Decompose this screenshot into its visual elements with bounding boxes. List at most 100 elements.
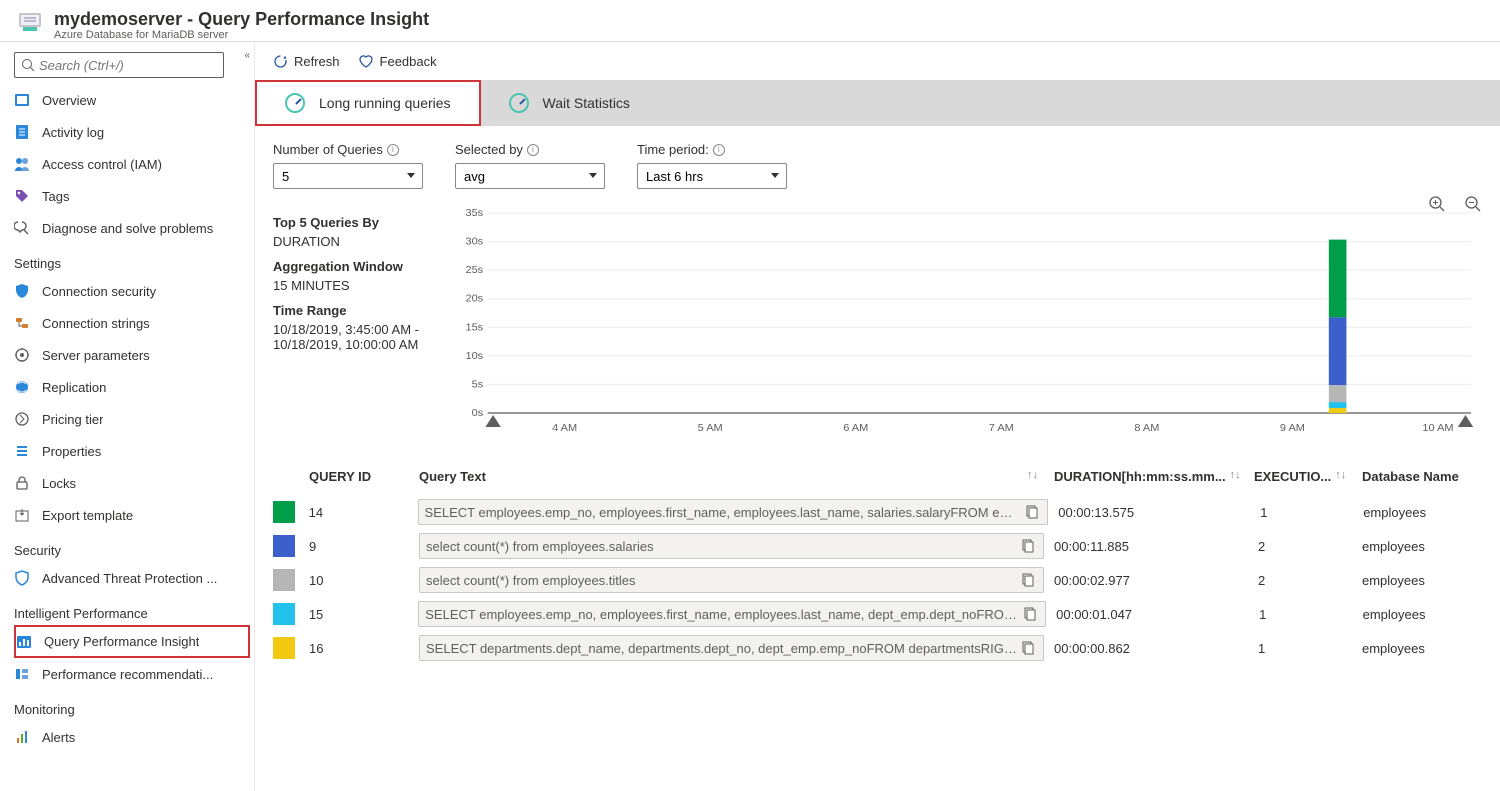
nav-icon	[14, 570, 30, 586]
cell-query-text: SELECT departments.dept_name, department…	[426, 641, 1017, 656]
query-text-box[interactable]: SELECT employees.emp_no, employees.first…	[418, 499, 1049, 525]
query-text-box[interactable]: SELECT departments.dept_name, department…	[419, 635, 1044, 661]
feedback-button[interactable]: Feedback	[358, 54, 437, 69]
table-row[interactable]: 9 select count(*) from employees.salarie…	[273, 529, 1482, 563]
nav-label: Export template	[42, 508, 133, 523]
column-header-duration[interactable]: DURATION[hh:mm:ss.mm...	[1054, 469, 1226, 484]
cell-duration: 00:00:01.047	[1056, 607, 1255, 622]
table-row[interactable]: 16 SELECT departments.dept_name, departm…	[273, 631, 1482, 665]
nav-icon	[14, 124, 30, 140]
svg-text:5s: 5s	[472, 379, 484, 390]
query-text-box[interactable]: SELECT employees.emp_no, employees.first…	[418, 601, 1046, 627]
sidebar-item[interactable]: Query Performance Insight	[14, 625, 250, 658]
svg-text:8 AM: 8 AM	[1134, 422, 1159, 433]
series-swatch	[273, 637, 295, 659]
toolbar: Refresh Feedback	[255, 42, 1500, 80]
column-header-id[interactable]: QUERY ID	[309, 469, 419, 484]
nav-icon	[14, 443, 30, 459]
copy-icon[interactable]	[1021, 505, 1041, 519]
chart-canvas[interactable]: 0s5s10s15s20s25s30s35s4 AM5 AM6 AM7 AM8 …	[448, 209, 1482, 439]
column-header-text[interactable]: Query Text	[419, 469, 486, 484]
sidebar-item[interactable]: Alerts	[0, 721, 254, 753]
sidebar-item[interactable]: Pricing tier	[0, 403, 254, 435]
cell-database: employees	[1363, 607, 1482, 622]
content: Number of Queriesi 5 Selected byi avg Ti…	[255, 126, 1500, 791]
cell-database: employees	[1363, 505, 1482, 520]
cell-query-id: 16	[309, 641, 419, 656]
sidebar-search[interactable]	[14, 52, 224, 78]
chart-info-value: 15 MINUTES	[273, 278, 448, 293]
sidebar-item[interactable]: Performance recommendati...	[0, 658, 254, 690]
nav-label: Tags	[42, 189, 69, 204]
nav-label: Connection security	[42, 284, 156, 299]
time-period-select[interactable]: Last 6 hrs	[637, 163, 787, 189]
column-header-db[interactable]: Database Name	[1362, 469, 1482, 484]
cell-executions: 1	[1254, 641, 1362, 656]
sort-icon[interactable]: ↑↓	[1230, 469, 1241, 484]
cell-duration: 00:00:13.575	[1058, 505, 1256, 520]
info-icon[interactable]: i	[387, 144, 399, 156]
copy-icon[interactable]	[1019, 607, 1039, 621]
sidebar-item[interactable]: Export template	[0, 499, 254, 531]
resource-icon	[16, 8, 44, 36]
page-header: mydemoserver - Query Performance Insight…	[0, 0, 1500, 42]
cell-executions: 2	[1254, 539, 1362, 554]
sidebar-item[interactable]: Activity log	[0, 116, 254, 148]
cell-query-text: SELECT employees.emp_no, employees.first…	[425, 607, 1019, 622]
nav-icon	[14, 379, 30, 395]
refresh-button[interactable]: Refresh	[273, 54, 340, 69]
query-text-box[interactable]: select count(*) from employees.salaries	[419, 533, 1044, 559]
nav-section-title: Settings	[0, 244, 254, 275]
selected-by-select[interactable]: avg	[455, 163, 605, 189]
sidebar-item[interactable]: Server parameters	[0, 339, 254, 371]
sidebar-item[interactable]: Tags	[0, 180, 254, 212]
svg-text:5 AM: 5 AM	[698, 422, 723, 433]
copy-icon[interactable]	[1017, 573, 1037, 587]
nav-label: Overview	[42, 93, 96, 108]
zoom-out-icon[interactable]	[1464, 195, 1482, 216]
sidebar: « Overview Activity log Access control (…	[0, 42, 255, 791]
nav-label: Query Performance Insight	[44, 634, 199, 649]
nav-icon	[14, 315, 30, 331]
column-header-executions[interactable]: EXECUTIO...	[1254, 469, 1331, 484]
query-text-box[interactable]: select count(*) from employees.titles	[419, 567, 1044, 593]
svg-text:30s: 30s	[465, 236, 483, 247]
sidebar-item[interactable]: Connection security	[0, 275, 254, 307]
sidebar-item[interactable]: Replication	[0, 371, 254, 403]
num-queries-select[interactable]: 5	[273, 163, 423, 189]
filter-bar: Number of Queriesi 5 Selected byi avg Ti…	[273, 142, 1482, 189]
chart-info-value: DURATION	[273, 234, 448, 249]
zoom-in-icon[interactable]	[1428, 195, 1446, 216]
collapse-sidebar-button[interactable]: «	[244, 50, 250, 61]
search-input[interactable]	[39, 58, 217, 73]
sidebar-item[interactable]: Advanced Threat Protection ...	[0, 562, 254, 594]
svg-text:10s: 10s	[465, 350, 483, 361]
sidebar-item[interactable]: Locks	[0, 467, 254, 499]
refresh-label: Refresh	[294, 54, 340, 69]
sidebar-item[interactable]: Overview	[0, 84, 254, 116]
table-row[interactable]: 14 SELECT employees.emp_no, employees.fi…	[273, 495, 1482, 529]
copy-icon[interactable]	[1017, 641, 1037, 655]
sidebar-item[interactable]: Properties	[0, 435, 254, 467]
cell-query-text: select count(*) from employees.titles	[426, 573, 1017, 588]
chart-info-title: Time Range	[273, 303, 448, 318]
tab-label: Wait Statistics	[543, 95, 630, 111]
sidebar-item[interactable]: Access control (IAM)	[0, 148, 254, 180]
sort-icon[interactable]: ↑↓	[1335, 469, 1346, 484]
info-icon[interactable]: i	[527, 144, 539, 156]
sidebar-item[interactable]: Connection strings	[0, 307, 254, 339]
tab-long-running-queries[interactable]: Long running queries	[255, 80, 481, 126]
chart-info-title: Top 5 Queries By	[273, 215, 448, 230]
copy-icon[interactable]	[1017, 539, 1037, 553]
info-icon[interactable]: i	[713, 144, 725, 156]
nav-label: Replication	[42, 380, 106, 395]
sidebar-item[interactable]: Diagnose and solve problems	[0, 212, 254, 244]
gauge-icon	[285, 93, 305, 113]
tab-wait-statistics[interactable]: Wait Statistics	[481, 80, 658, 126]
table-row[interactable]: 10 select count(*) from employees.titles…	[273, 563, 1482, 597]
nav-icon	[14, 156, 30, 172]
filter-label-time-period: Time period:	[637, 142, 709, 157]
svg-text:4 AM: 4 AM	[552, 422, 577, 433]
table-row[interactable]: 15 SELECT employees.emp_no, employees.fi…	[273, 597, 1482, 631]
sort-icon[interactable]: ↑↓	[1027, 469, 1038, 484]
